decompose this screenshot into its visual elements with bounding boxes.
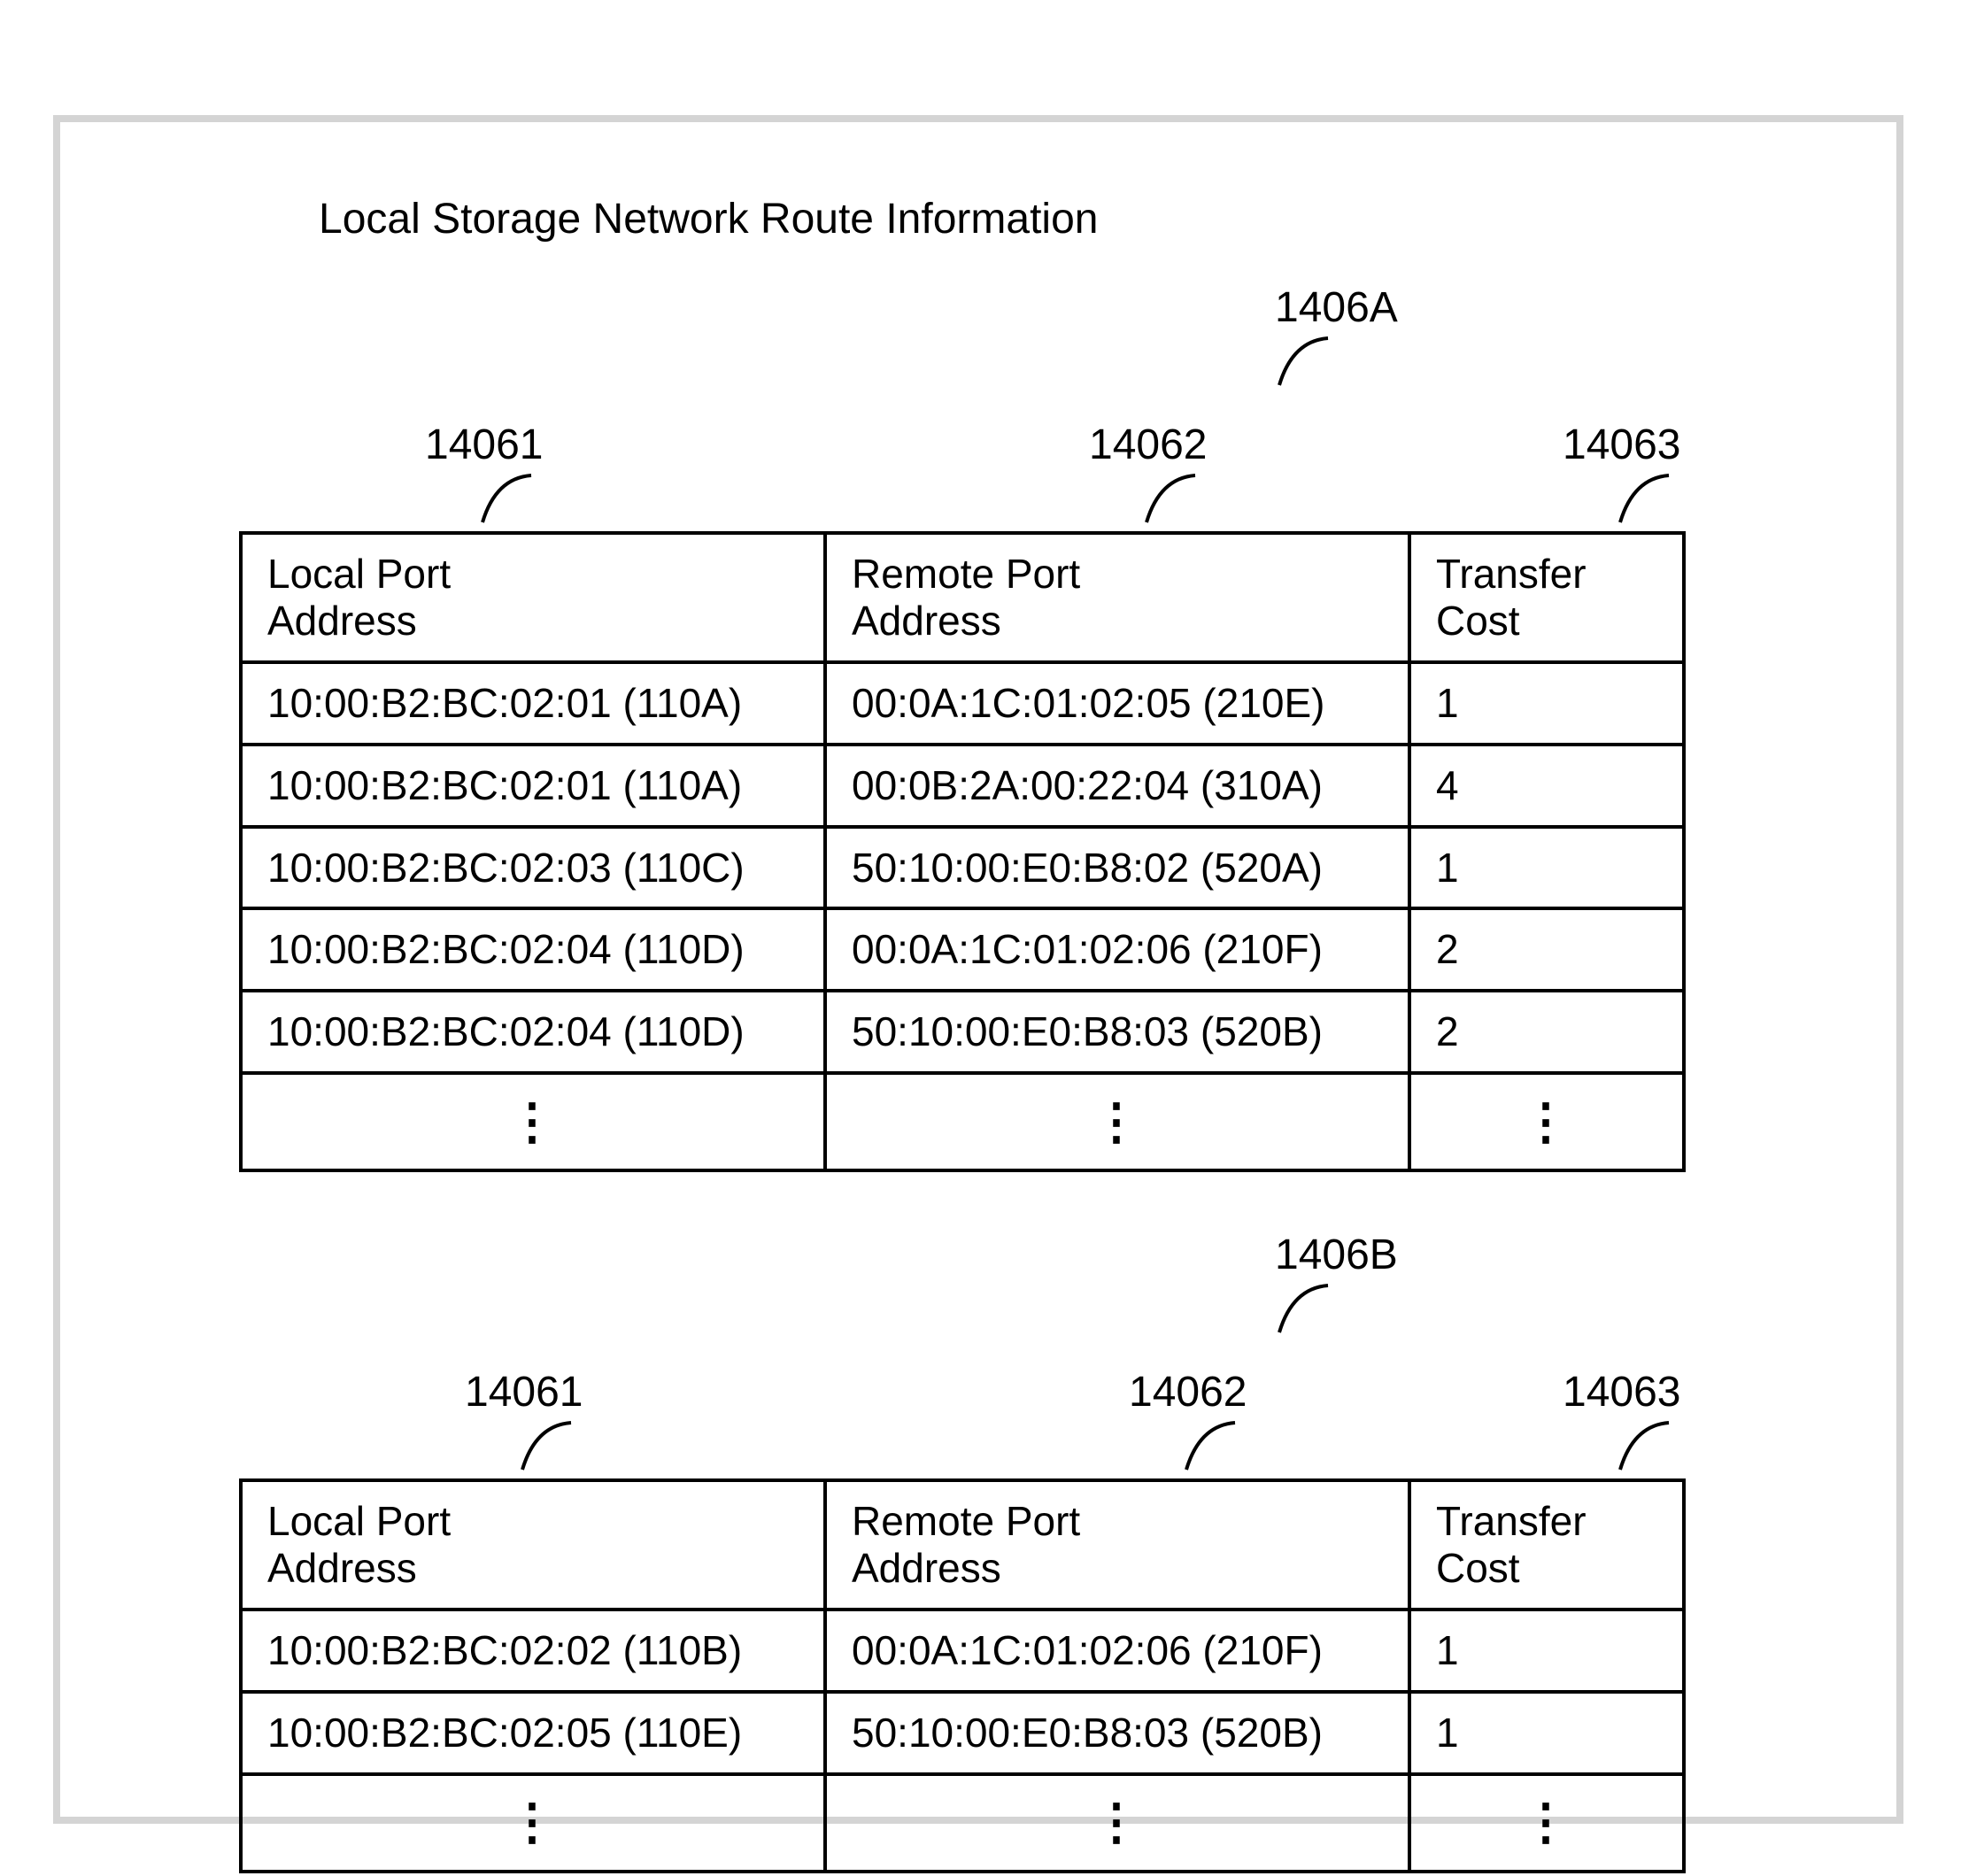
table-a-col1-ref-label: 14061: [425, 421, 543, 469]
header-text: Remote PortAddress: [852, 551, 1080, 644]
table-header-row: Local PortAddress Remote PortAddress Tra…: [241, 1480, 1684, 1610]
header-text: Local PortAddress: [267, 551, 451, 644]
cell-local-port: 10:00:B2:BC:02:01 (110A): [241, 745, 825, 827]
ellipsis-cell: ⋮: [241, 1774, 825, 1872]
cell-local-port: 10:00:B2:BC:02:03 (110C): [241, 827, 825, 909]
cell-transfer-cost: 1: [1409, 1610, 1684, 1692]
cell-remote-port: 00:0A:1C:01:02:05 (210E): [825, 662, 1409, 745]
ellipsis-cell: ⋮: [1409, 1073, 1684, 1170]
page-root: Local Storage Network Route Information …: [0, 0, 1961, 1876]
col-header-local-port: Local PortAddress: [241, 1480, 825, 1610]
table-header-row: Local PortAddress Remote PortAddress Tra…: [241, 533, 1684, 662]
table-row-ellipsis: ⋮ ⋮ ⋮: [241, 1073, 1684, 1170]
cell-local-port: 10:00:B2:BC:02:04 (110D): [241, 991, 825, 1073]
table-b-col1-ref-label: 14061: [465, 1368, 583, 1417]
cell-local-port: 10:00:B2:BC:02:05 (110E): [241, 1692, 825, 1774]
cell-remote-port: 50:10:00:E0:B8:02 (520A): [825, 827, 1409, 909]
header-text: Remote PortAddress: [852, 1498, 1080, 1591]
cell-transfer-cost: 1: [1409, 662, 1684, 745]
cell-remote-port: 50:10:00:E0:B8:03 (520B): [825, 1692, 1409, 1774]
table-row: 10:00:B2:BC:02:04 (110D) 00:0A:1C:01:02:…: [241, 908, 1684, 991]
route-table-b: Local PortAddress Remote PortAddress Tra…: [239, 1478, 1686, 1873]
col-header-transfer-cost: TransferCost: [1409, 533, 1684, 662]
ellipsis-cell: ⋮: [1409, 1774, 1684, 1872]
table-b-figref-label: 1406B: [1275, 1231, 1398, 1279]
cell-local-port: 10:00:B2:BC:02:04 (110D): [241, 908, 825, 991]
ellipsis-cell: ⋮: [825, 1073, 1409, 1170]
cell-local-port: 10:00:B2:BC:02:02 (110B): [241, 1610, 825, 1692]
table-a-col2-ref-label: 14062: [1089, 421, 1207, 469]
cell-remote-port: 00:0A:1C:01:02:06 (210F): [825, 908, 1409, 991]
table-row: 10:00:B2:BC:02:01 (110A) 00:0A:1C:01:02:…: [241, 662, 1684, 745]
table-row: 10:00:B2:BC:02:01 (110A) 00:0B:2A:00:22:…: [241, 745, 1684, 827]
cell-transfer-cost: 1: [1409, 1692, 1684, 1774]
table-row: 10:00:B2:BC:02:02 (110B) 00:0A:1C:01:02:…: [241, 1610, 1684, 1692]
table-b-col2-ref-label: 14062: [1129, 1368, 1247, 1417]
cell-remote-port: 50:10:00:E0:B8:03 (520B): [825, 991, 1409, 1073]
col-header-transfer-cost: TransferCost: [1409, 1480, 1684, 1610]
ellipsis-cell: ⋮: [825, 1774, 1409, 1872]
col-header-remote-port: Remote PortAddress: [825, 1480, 1409, 1610]
col-header-remote-port: Remote PortAddress: [825, 533, 1409, 662]
header-text: TransferCost: [1436, 551, 1587, 644]
cell-remote-port: 00:0B:2A:00:22:04 (310A): [825, 745, 1409, 827]
ellipsis-cell: ⋮: [241, 1073, 825, 1170]
cell-remote-port: 00:0A:1C:01:02:06 (210F): [825, 1610, 1409, 1692]
cell-transfer-cost: 2: [1409, 908, 1684, 991]
table-a-col3-ref-label: 14063: [1563, 421, 1680, 469]
route-table-a: Local PortAddress Remote PortAddress Tra…: [239, 531, 1686, 1172]
table-a-figref-label: 1406A: [1275, 283, 1398, 332]
table-b-col3-ref-label: 14063: [1563, 1368, 1680, 1417]
cell-transfer-cost: 2: [1409, 991, 1684, 1073]
table-row: 10:00:B2:BC:02:04 (110D) 50:10:00:E0:B8:…: [241, 991, 1684, 1073]
table-row: 10:00:B2:BC:02:05 (110E) 50:10:00:E0:B8:…: [241, 1692, 1684, 1774]
cell-transfer-cost: 1: [1409, 827, 1684, 909]
table-row: 10:00:B2:BC:02:03 (110C) 50:10:00:E0:B8:…: [241, 827, 1684, 909]
cell-transfer-cost: 4: [1409, 745, 1684, 827]
header-text: Local PortAddress: [267, 1498, 451, 1591]
table-row-ellipsis: ⋮ ⋮ ⋮: [241, 1774, 1684, 1872]
cell-local-port: 10:00:B2:BC:02:01 (110A): [241, 662, 825, 745]
page-title: Local Storage Network Route Information: [319, 195, 1098, 243]
header-text: TransferCost: [1436, 1498, 1587, 1591]
col-header-local-port: Local PortAddress: [241, 533, 825, 662]
